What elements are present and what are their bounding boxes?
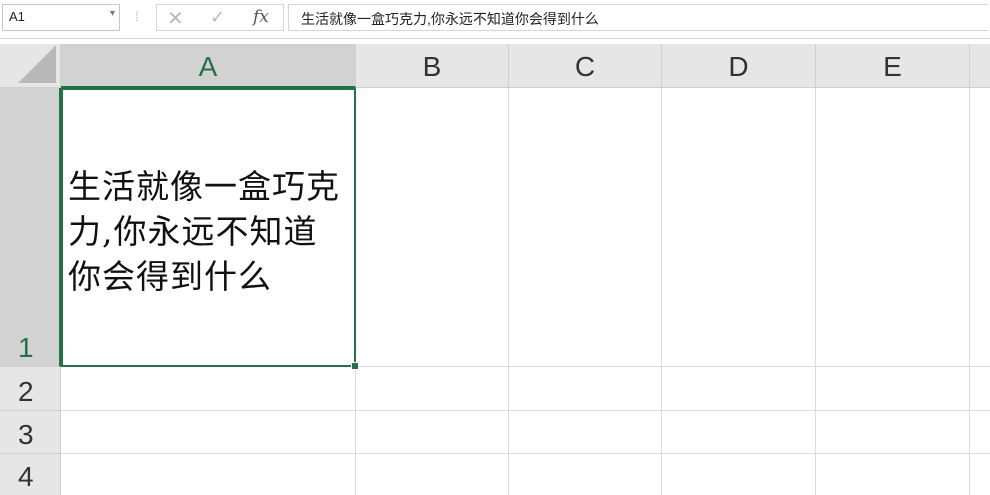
formula-actions: ✕ ✓ fx (156, 4, 284, 31)
spreadsheet-app: A1 ▾ ⁞ ✕ ✓ fx 生活就像一盒巧克力,你永远不知道你会得到什么 A B… (0, 0, 990, 495)
cancel-icon[interactable]: ✕ (167, 6, 184, 30)
active-cell-border (61, 88, 356, 367)
column-header-c[interactable]: C (509, 44, 662, 88)
fill-handle[interactable] (351, 362, 359, 370)
column-header-d[interactable]: D (662, 44, 816, 88)
gridline (969, 88, 970, 495)
row-number: 1 (18, 332, 34, 363)
row-header-4[interactable]: 4 (0, 454, 61, 495)
name-box[interactable]: A1 ▾ (2, 4, 120, 31)
gridline (661, 88, 662, 495)
select-all-triangle-icon (18, 45, 56, 83)
gridline (61, 453, 990, 454)
row-header-3[interactable]: 3 (0, 411, 61, 454)
row-number: 2 (18, 376, 34, 407)
column-header-e[interactable]: E (816, 44, 970, 88)
worksheet-grid: A B C D E 1 2 3 4 生活就像一盒巧克力,你永远不知道你会得到什么 (0, 44, 990, 495)
insert-function-icon[interactable]: fx (253, 7, 269, 27)
gridline (815, 88, 816, 495)
column-header-f-partial[interactable] (970, 44, 990, 88)
row-header-2[interactable]: 2 (0, 367, 61, 411)
row-number: 3 (18, 419, 34, 450)
chevron-down-icon[interactable]: ▾ (110, 8, 115, 19)
enter-icon[interactable]: ✓ (210, 7, 225, 28)
gridline (61, 410, 990, 411)
column-header-b[interactable]: B (356, 44, 509, 88)
gridline (508, 88, 509, 495)
column-header-a[interactable]: A (61, 44, 356, 88)
row-number: 4 (18, 461, 34, 492)
formula-input[interactable]: 生活就像一盒巧克力,你永远不知道你会得到什么 (288, 4, 988, 31)
formula-text: 生活就像一盒巧克力,你永远不知道你会得到什么 (301, 11, 599, 27)
name-box-value: A1 (9, 9, 25, 24)
formula-bar: A1 ▾ ⁞ ✕ ✓ fx 生活就像一盒巧克力,你永远不知道你会得到什么 (0, 0, 990, 39)
drag-handle-icon[interactable]: ⁞ (135, 9, 139, 24)
row-header-1[interactable]: 1 (0, 88, 61, 367)
select-all-button[interactable] (0, 44, 61, 88)
